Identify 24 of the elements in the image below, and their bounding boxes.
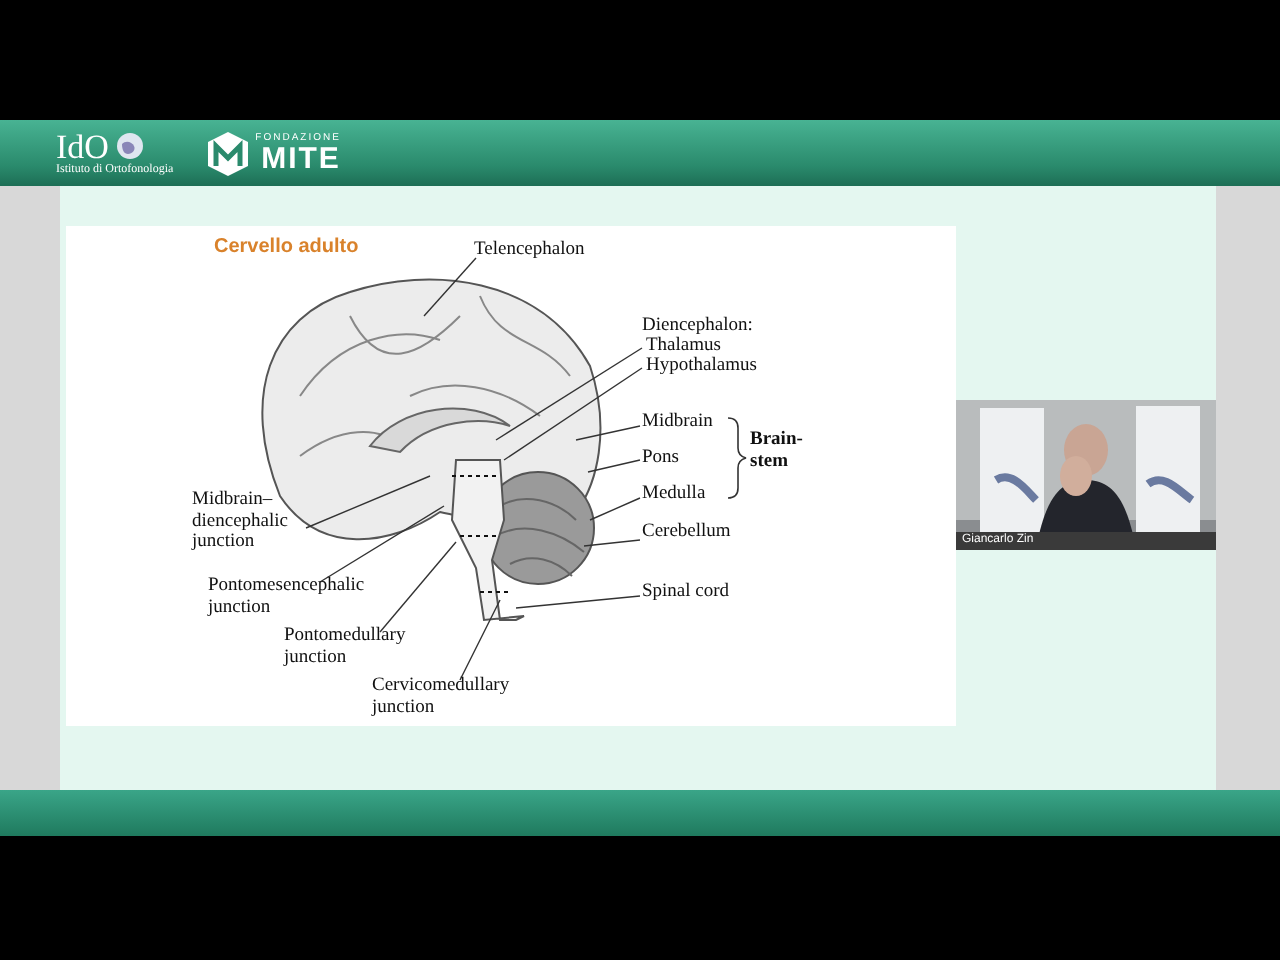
- diagram-label: Midbrain: [642, 412, 713, 433]
- diagram-label: Diencephalon:: [642, 316, 753, 337]
- diagram-label: Pontomedullary junction: [284, 626, 406, 668]
- slide-title: Cervello adulto: [214, 236, 359, 258]
- diagram-label: Thalamus: [646, 336, 721, 356]
- leader-line: [589, 497, 641, 521]
- diagram-label: Cerebellum: [642, 522, 731, 543]
- diagram-label: Brain- stem: [750, 430, 803, 472]
- brace-icon: [727, 417, 747, 499]
- diagram-label: Telencephalon: [474, 240, 585, 261]
- leader-line: [423, 257, 477, 317]
- diagram-label: Pons: [642, 448, 679, 469]
- diagram-label: Cervicomedullary junction: [372, 676, 510, 718]
- logo-text: MITE: [261, 144, 341, 174]
- diagram-label: Spinal cord: [642, 582, 730, 603]
- logo-text: IdO: [56, 129, 109, 163]
- diagram-label: Pontomesencephalic junction: [208, 576, 365, 618]
- diagram-label: Medulla: [642, 484, 706, 505]
- diagram-label: Midbrain– diencephalic junction: [192, 490, 289, 553]
- leader-line: [515, 595, 641, 609]
- mite-logo-icon: [205, 129, 250, 177]
- leader-line: [583, 539, 641, 547]
- globe-icon: [116, 132, 145, 160]
- diagram-label: Hypothalamus: [646, 356, 757, 377]
